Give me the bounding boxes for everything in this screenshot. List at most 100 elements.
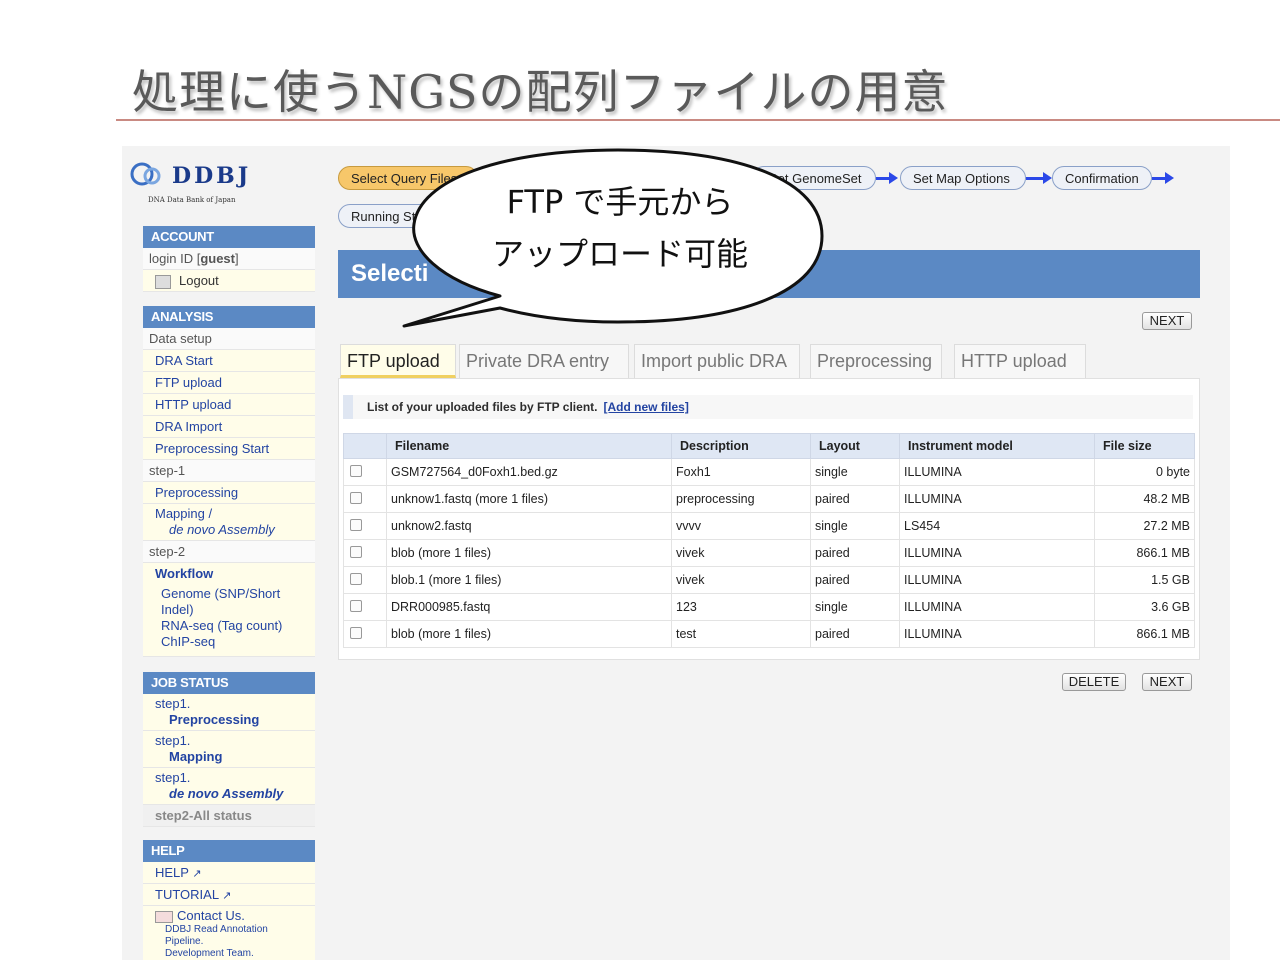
sidebar-item-http-upload[interactable]: HTTP upload (143, 394, 315, 416)
help-header: HELP (143, 840, 315, 862)
contact-link[interactable]: Contact Us. DDBJ Read Annotation Pipelin… (143, 906, 315, 960)
table-header-row: Filename Description Layout Instrument m… (343, 433, 1195, 459)
sidebar-item-ftp-upload[interactable]: FTP upload (143, 372, 315, 394)
job-denovo-label: de novo Assembly (169, 786, 284, 801)
sidebar-item-dra-start[interactable]: DRA Start (143, 350, 315, 372)
tab-import-public-dra[interactable]: Import public DRA (634, 344, 800, 378)
row-checkbox[interactable] (350, 599, 362, 612)
external-link-icon: ↗ (222, 890, 232, 902)
row-checkbox[interactable] (350, 572, 362, 585)
tab-preprocessing[interactable]: Preprocessing (810, 344, 942, 378)
logout-link[interactable]: Logout (143, 270, 315, 292)
job-mapping-label: Mapping (169, 749, 223, 764)
files-table: Filename Description Layout Instrument m… (343, 433, 1195, 648)
header-layout: Layout (810, 433, 900, 459)
info-text: List of your uploaded files by FTP clien… (367, 400, 598, 414)
tab-http-upload[interactable]: HTTP upload (954, 344, 1086, 378)
analysis-section: ANALYSIS Data setup DRA Start FTP upload… (143, 306, 315, 657)
next-button[interactable]: NEXT (1142, 312, 1192, 330)
job-mapping-link[interactable]: step1. Mapping (143, 731, 315, 768)
description-cell: Foxh1 (671, 458, 811, 486)
step-select-query-files[interactable]: Select Query Files (338, 166, 478, 190)
filename-cell: blob (more 1 files) (386, 539, 672, 567)
row-select (343, 620, 387, 648)
row-checkbox[interactable] (350, 626, 362, 639)
tutorial-link[interactable]: TUTORIAL ↗ (143, 884, 315, 906)
row-select (343, 458, 387, 486)
analysis-header: ANALYSIS (143, 306, 315, 328)
instrument-cell: ILLUMINA (899, 485, 1095, 513)
layout-cell: paired (810, 566, 900, 594)
workflow-genome-link[interactable]: Genome (SNP/Short (155, 586, 315, 602)
filesize-cell: 0 byte (1094, 458, 1195, 486)
logo-subtitle: DNA Data Bank of Japan (148, 196, 236, 204)
description-cell: vivek (671, 539, 811, 567)
header-select (343, 433, 387, 459)
ddbj-logo[interactable]: DDBJ DNA Data Bank of Japan (130, 160, 330, 220)
step-confirmation[interactable]: Confirmation (1052, 166, 1152, 190)
description-cell: 123 (671, 593, 811, 621)
sidebar-item-dra-import[interactable]: DRA Import (143, 416, 315, 438)
tutorial-label: TUTORIAL (155, 887, 219, 902)
add-new-files-link[interactable]: [Add new files] (603, 400, 688, 414)
job-denovo-link[interactable]: step1. de novo Assembly (143, 768, 315, 805)
workflow-rnaseq-link[interactable]: RNA-seq (Tag count) (155, 618, 315, 634)
table-row: blob (more 1 files) vivek paired ILLUMIN… (343, 539, 1195, 567)
workflow-genome-indel[interactable]: Indel) (155, 602, 315, 618)
workflow-chipseq-link[interactable]: ChIP-seq (155, 634, 315, 650)
job-preprocessing-link[interactable]: step1. Preprocessing (143, 694, 315, 731)
title-divider (116, 119, 1280, 121)
tab-ftp-upload[interactable]: FTP upload (340, 344, 456, 378)
row-checkbox[interactable] (350, 491, 362, 504)
logout-label: Logout (179, 273, 219, 288)
contact-label: Contact Us. (177, 908, 245, 923)
help-link[interactable]: HELP ↗ (143, 862, 315, 884)
login-user: guest (200, 251, 235, 266)
job-status-header: JOB STATUS (143, 672, 315, 694)
table-row: DRR000985.fastq 123 single ILLUMINA 3.6 … (343, 593, 1195, 621)
filesize-cell: 866.1 MB (1094, 539, 1195, 567)
external-link-icon: ↗ (192, 868, 202, 880)
delete-button[interactable]: DELETE (1062, 673, 1126, 691)
step-set-map-options[interactable]: Set Map Options (900, 166, 1026, 190)
layout-cell: single (810, 512, 900, 540)
row-checkbox[interactable] (350, 518, 362, 531)
help-label: HELP (155, 865, 189, 880)
description-cell: test (671, 620, 811, 648)
layout-cell: paired (810, 485, 900, 513)
step2-label: step-2 (143, 541, 315, 563)
job-step-label: step1. (155, 770, 191, 785)
step-set-genomeset[interactable]: Set GenomeSet (752, 166, 876, 190)
sidebar-item-preprocessing[interactable]: Preprocessing (143, 482, 315, 504)
filename-cell: blob (more 1 files) (386, 620, 672, 648)
step-running-status[interactable]: Running Sta (338, 204, 448, 228)
next-button-bottom[interactable]: NEXT (1142, 673, 1192, 691)
login-id-label: login ID [ (149, 251, 201, 266)
row-select (343, 566, 387, 594)
instrument-cell: ILLUMINA (899, 620, 1095, 648)
help-section: HELP HELP ↗ TUTORIAL ↗ Contact Us. DDBJ … (143, 840, 315, 960)
team-line-2: Pipeline. (165, 936, 204, 947)
job-all-status-link[interactable]: step2-All status (143, 805, 315, 827)
description-cell: vivek (671, 566, 811, 594)
instrument-cell: ILLUMINA (899, 539, 1095, 567)
mapping-label: Mapping / (155, 506, 213, 521)
sidebar-item-mapping[interactable]: Mapping / de novo Assembly (143, 504, 315, 541)
table-row: unknow2.fastq vvvv single LS454 27.2 MB (343, 512, 1195, 540)
tab-private-dra-entry[interactable]: Private DRA entry (459, 344, 629, 378)
sidebar-item-preprocessing-start[interactable]: Preprocessing Start (143, 438, 315, 460)
row-checkbox[interactable] (350, 545, 362, 558)
account-section: ACCOUNT login ID [guest] Logout (143, 226, 315, 292)
row-select (343, 539, 387, 567)
logout-icon (155, 274, 171, 289)
header-description: Description (671, 433, 811, 459)
team-line-3: Development Team. (165, 948, 254, 959)
table-row: unknow1.fastq (more 1 files) preprocessi… (343, 485, 1195, 513)
filesize-cell: 27.2 MB (1094, 512, 1195, 540)
workflow-block: Workflow Genome (SNP/Short Indel) RNA-se… (143, 563, 315, 657)
row-checkbox[interactable] (350, 464, 362, 477)
workflow-label: Workflow (155, 566, 214, 581)
table-row: GSM727564_d0Foxh1.bed.gz Foxh1 single IL… (343, 458, 1195, 486)
step-arrow-icon (1152, 172, 1174, 184)
filesize-cell: 3.6 GB (1094, 593, 1195, 621)
